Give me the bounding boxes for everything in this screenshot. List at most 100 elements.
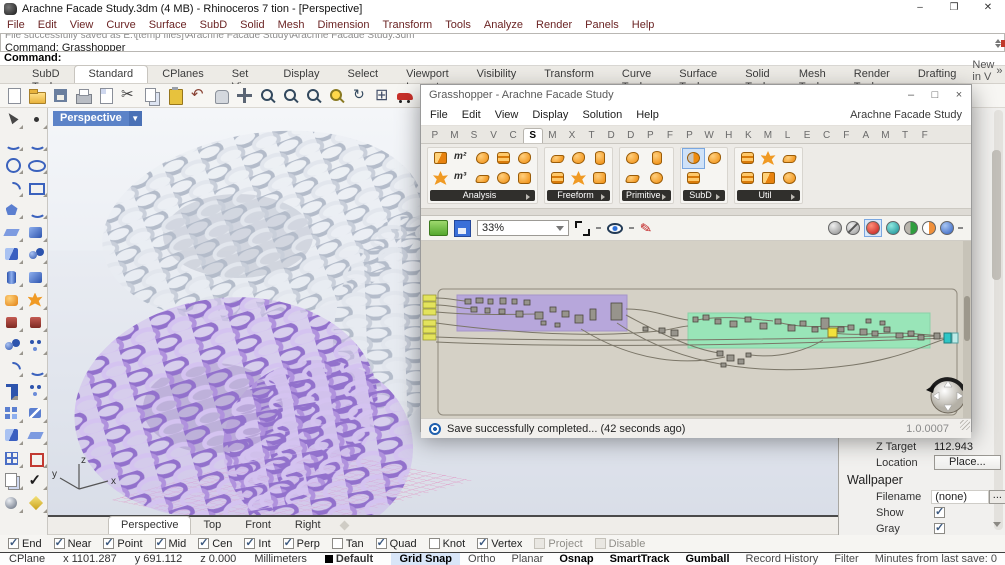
minimize-button[interactable]: – [903, 0, 937, 17]
menu-surface[interactable]: Surface [149, 19, 187, 31]
component-ruled-icon[interactable] [568, 169, 589, 188]
cut-icon[interactable] [119, 85, 140, 106]
gh-tab-p2[interactable]: P [641, 129, 661, 143]
toggle-ortho[interactable]: Ortho [460, 553, 504, 565]
gh-close-button[interactable]: × [947, 86, 971, 105]
gh-menu-edit[interactable]: Edit [462, 109, 481, 121]
component-offset-icon[interactable] [779, 169, 800, 188]
gh-zoom-extents-dropdown[interactable] [596, 227, 601, 229]
undo-icon[interactable] [188, 85, 209, 106]
tool-arc-icon[interactable] [2, 178, 23, 197]
gh-preview-dropdown[interactable] [629, 227, 634, 229]
osnap-knot[interactable]: Knot [428, 538, 465, 550]
gh-tab-vector[interactable]: V [484, 129, 504, 143]
tool-plane-icon[interactable] [26, 268, 47, 287]
osnap-project[interactable]: Project [534, 538, 583, 550]
tab-standard[interactable]: Standard [73, 65, 149, 83]
tab-select[interactable]: Select [333, 66, 392, 83]
tool-polygon-icon[interactable] [2, 200, 23, 220]
component-pipe-icon[interactable] [589, 149, 610, 168]
tool-cage-icon[interactable] [26, 494, 47, 513]
gh-display-dropdown[interactable] [958, 227, 963, 229]
component-frames-icon[interactable] [493, 149, 514, 168]
toggle-planar[interactable]: Planar [504, 553, 552, 565]
save-icon[interactable] [50, 86, 71, 106]
palette-group-label[interactable]: Util [736, 190, 800, 201]
close-button[interactable]: ✕ [971, 0, 1005, 17]
tool-shade-icon[interactable] [2, 494, 23, 513]
menu-view[interactable]: View [70, 19, 94, 31]
menu-file[interactable]: File [7, 19, 25, 31]
menu-help[interactable]: Help [632, 19, 655, 31]
tab-render-tools[interactable]: Render Tools [840, 66, 904, 93]
tool-check-icon[interactable] [26, 471, 47, 491]
osnap-point[interactable]: Point [103, 536, 143, 550]
gh-tab-a[interactable]: A [856, 129, 876, 143]
viewport-label[interactable]: Perspective ▼ [53, 111, 142, 126]
menu-subd[interactable]: SubD [200, 19, 228, 31]
zoom-in-icon[interactable] [257, 86, 278, 106]
tool-fillet-icon[interactable] [2, 358, 23, 378]
tool-block-edit-icon[interactable] [26, 404, 47, 423]
print-icon[interactable] [73, 86, 94, 106]
menu-edit[interactable]: Edit [38, 19, 57, 31]
z-target-value[interactable]: 112.943 [934, 441, 973, 453]
palette-group-label[interactable]: Analysis [430, 190, 535, 201]
tab-set-view[interactable]: Set View [218, 66, 270, 93]
restore-button[interactable]: ❐ [937, 0, 971, 17]
component-evaluate-icon[interactable] [472, 149, 493, 168]
tool-polyline-icon[interactable] [2, 132, 23, 152]
component-subd-blob-icon[interactable] [704, 149, 725, 168]
render-car-icon[interactable] [395, 86, 416, 106]
new-file-icon[interactable] [4, 86, 25, 106]
component-surface-points-icon[interactable] [547, 149, 568, 168]
tool-move-points-icon[interactable] [26, 381, 47, 400]
toggle-grid-snap[interactable]: Grid Snap [391, 553, 461, 565]
gh-menu-view[interactable]: View [495, 109, 519, 121]
component-flip-icon[interactable] [758, 149, 779, 168]
viewport-layout-icon[interactable] [372, 85, 393, 106]
gh-tab-f3[interactable]: F [915, 129, 935, 143]
canvas-compass-widget[interactable] [926, 377, 966, 414]
gh-tab-h[interactable]: H [719, 129, 739, 143]
component-network-icon[interactable] [547, 169, 568, 188]
place-button[interactable]: Place... [934, 455, 1001, 470]
panel-scroll-down-icon[interactable] [993, 522, 1001, 531]
zoom-selected-icon[interactable] [326, 86, 347, 106]
component-deconstruct-icon[interactable] [430, 169, 451, 188]
component-cylinder-icon[interactable] [646, 149, 667, 168]
gh-tab-params[interactable]: P [425, 129, 445, 143]
viewport-tab-perspective[interactable]: Perspective [108, 516, 192, 534]
grasshopper-titlebar[interactable]: Grasshopper - Arachne Facade Study – □ × [421, 85, 971, 105]
osnap-tan[interactable]: Tan [331, 538, 364, 550]
grasshopper-canvas[interactable] [421, 241, 971, 418]
gh-maximize-button[interactable]: □ [923, 86, 947, 105]
tool-ellipse-icon[interactable] [26, 155, 47, 174]
component-morph-icon[interactable] [758, 169, 779, 188]
tool-point-icon[interactable] [26, 110, 47, 129]
gh-menu-file[interactable]: File [430, 109, 448, 121]
gh-open-icon[interactable] [429, 220, 448, 236]
tool-layers-icon[interactable] [2, 471, 23, 491]
component-untrim-icon[interactable] [779, 149, 800, 168]
component-isotrim-icon[interactable] [737, 169, 758, 188]
toggle-filter[interactable]: Filter [826, 553, 866, 565]
tool-array-linear-icon[interactable] [26, 426, 47, 446]
tool-curve-icon[interactable] [26, 132, 47, 152]
layer-indicator[interactable]: Default [316, 553, 382, 565]
command-history[interactable]: File successfully saved as E:\[temp file… [0, 33, 1005, 52]
palette-group-label[interactable]: Freeform [547, 190, 610, 201]
tab-display[interactable]: Display [269, 66, 333, 83]
osnap-mid[interactable]: Mid [154, 536, 186, 550]
gh-tab-t2[interactable]: T [895, 129, 915, 143]
zoom-window-icon[interactable] [280, 86, 301, 106]
tab-cplanes[interactable]: CPlanes [148, 66, 218, 83]
osnap-disable[interactable]: Disable [594, 538, 645, 550]
gh-tab-f2[interactable]: F [836, 129, 856, 143]
tool-surface-3pt-icon[interactable] [2, 223, 23, 242]
toggle-record-history[interactable]: Record History [738, 553, 827, 565]
tab-visibility[interactable]: Visibility [463, 66, 531, 83]
command-prompt[interactable]: Command: [0, 52, 1005, 66]
gray-checkbox[interactable] [934, 521, 945, 534]
component-subd-quad-icon[interactable] [683, 169, 704, 188]
